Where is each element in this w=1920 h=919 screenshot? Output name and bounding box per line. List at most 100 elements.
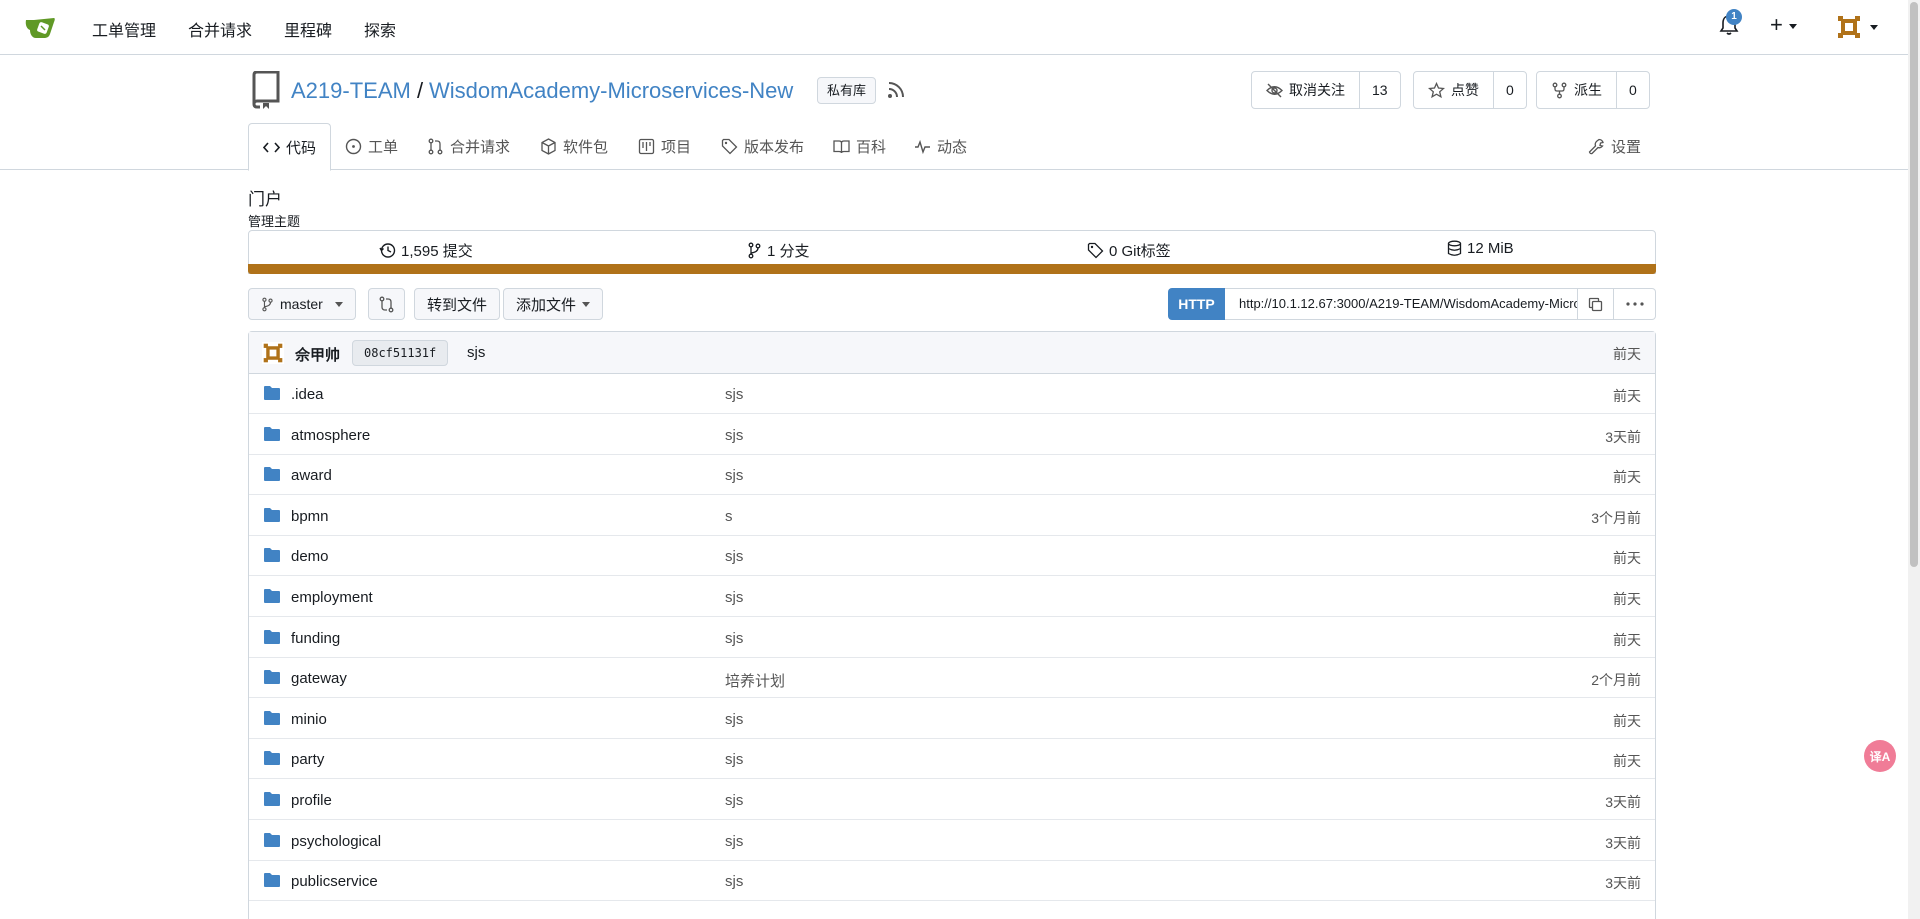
file-name-link[interactable]: funding	[291, 630, 340, 647]
tab-projects[interactable]: 项目	[638, 123, 691, 170]
file-commit-message[interactable]: sjs	[725, 873, 743, 890]
file-commit-message[interactable]: sjs	[725, 548, 743, 565]
language-bar[interactable]	[248, 264, 1656, 274]
user-menu[interactable]	[1836, 14, 1878, 40]
file-name-link[interactable]: party	[291, 751, 324, 768]
commit-author-link[interactable]: 佘甲帅	[295, 344, 340, 365]
file-name-link[interactable]: minio	[291, 711, 327, 728]
clone-url-input[interactable]: http://10.1.12.67:3000/A219-TEAM/WisdomA…	[1225, 288, 1578, 320]
tab-label: 设置	[1611, 139, 1642, 156]
tab-wiki[interactable]: 百科	[833, 123, 886, 170]
file-commit-message[interactable]: sjs	[725, 386, 743, 403]
gitea-logo-icon[interactable]	[24, 12, 58, 42]
add-file-button[interactable]: 添加文件	[503, 288, 604, 320]
chevron-down-icon	[334, 301, 343, 307]
star-icon	[1428, 81, 1445, 98]
file-commit-message[interactable]: sjs	[725, 467, 743, 484]
repo-name-link[interactable]: WisdomAcademy-Microservices-New	[429, 78, 793, 104]
tab-activity[interactable]: 动态	[914, 123, 967, 170]
rss-icon[interactable]	[886, 80, 906, 100]
avatar[interactable]	[262, 342, 284, 364]
nav-pulls[interactable]: 合并请求	[188, 17, 252, 41]
clone-protocol-http[interactable]: HTTP	[1168, 288, 1225, 320]
file-name-link[interactable]: publicservice	[291, 873, 378, 890]
unwatch-button[interactable]: 取消关注	[1252, 72, 1360, 108]
commits-count: 1,595 提交	[401, 243, 473, 260]
tab-settings[interactable]: 设置	[1588, 123, 1641, 170]
file-commit-message[interactable]: 培养计划	[725, 670, 785, 691]
file-commit-time: 前天	[1613, 591, 1641, 607]
tags-count: 0 Git标签	[1109, 243, 1171, 260]
nav-milestones[interactable]: 里程碑	[284, 17, 332, 41]
file-name-link[interactable]: profile	[291, 792, 332, 809]
compare-button[interactable]	[368, 288, 405, 320]
folder-icon	[264, 548, 280, 563]
file-commit-message[interactable]: sjs	[725, 630, 743, 647]
commit-message[interactable]: sjs	[467, 344, 485, 361]
translate-extension-button[interactable]: 译A	[1864, 740, 1896, 772]
star-count[interactable]: 0	[1494, 82, 1526, 98]
file-commit-time: 前天	[1613, 388, 1641, 404]
tag-icon	[1087, 242, 1104, 259]
private-badge: 私有库	[817, 77, 877, 104]
file-commit-message[interactable]: sjs	[725, 792, 743, 809]
tab-label: 百科	[856, 139, 887, 156]
more-options-button[interactable]	[1614, 288, 1656, 320]
branch-selector[interactable]: master	[248, 288, 356, 320]
page-scrollbar[interactable]	[1908, 0, 1920, 919]
tab-label: 项目	[661, 139, 692, 156]
file-commit-message[interactable]: sjs	[725, 833, 743, 850]
file-commit-time: 前天	[1613, 469, 1641, 486]
star-button[interactable]: 点赞	[1414, 72, 1494, 108]
file-commit-message[interactable]: sjs	[725, 711, 743, 728]
nav-issues[interactable]: 工单管理	[92, 17, 156, 41]
file-name-link[interactable]: demo	[291, 548, 329, 565]
folder-icon	[264, 832, 280, 847]
repo-tabs: 代码 工单 合并请求 软件包 项目 版本发布 百科 动态 设置	[0, 123, 1908, 171]
tab-code[interactable]: 代码	[248, 123, 332, 171]
table-row: demo sjs 前天	[249, 536, 1655, 577]
commit-sha-link[interactable]: 08cf51131f	[352, 340, 449, 366]
table-row: employment sjs 前天	[249, 577, 1655, 617]
table-row: atmosphere sjs 3天前	[249, 415, 1655, 455]
star-label: 点赞	[1451, 82, 1479, 98]
fork-button[interactable]: 派生	[1537, 72, 1617, 108]
file-name-link[interactable]: .idea	[291, 386, 324, 403]
file-name-link[interactable]: bpmn	[291, 508, 329, 525]
repo-topic[interactable]: 管理主题	[248, 211, 300, 230]
file-name-link[interactable]: award	[291, 467, 332, 484]
copy-url-button[interactable]	[1578, 288, 1614, 320]
folder-icon	[264, 670, 280, 685]
branches-count: 1 分支	[767, 243, 810, 260]
table-row: psychological sjs 3天前	[249, 821, 1655, 861]
goto-file-button[interactable]: 转到文件	[414, 288, 501, 320]
repo-owner-link[interactable]: A219-TEAM	[291, 78, 411, 104]
commits-stat[interactable]: 1,595 提交	[379, 240, 473, 261]
file-commit-time: 3天前	[1605, 834, 1641, 851]
file-commit-message[interactable]: sjs	[725, 751, 743, 768]
tab-releases[interactable]: 版本发布	[721, 123, 804, 170]
file-commit-message[interactable]: sjs	[725, 427, 743, 444]
table-row: profile sjs 3天前	[249, 780, 1655, 820]
nav-explore[interactable]: 探索	[364, 17, 396, 41]
branches-stat[interactable]: 1 分支	[747, 240, 810, 261]
tab-pulls[interactable]: 合并请求	[427, 123, 510, 170]
tab-packages[interactable]: 软件包	[540, 123, 608, 170]
file-name-link[interactable]: psychological	[291, 833, 381, 850]
tags-stat[interactable]: 0 Git标签	[1087, 240, 1171, 261]
file-commit-message[interactable]: sjs	[725, 589, 743, 606]
create-menu-button[interactable]: +	[1770, 12, 1797, 38]
fork-count[interactable]: 0	[1617, 82, 1649, 98]
chevron-down-icon	[1788, 23, 1797, 29]
tab-label: 软件包	[563, 139, 609, 156]
file-commit-message[interactable]: s	[725, 508, 733, 525]
watch-count[interactable]: 13	[1360, 82, 1400, 98]
scrollbar-thumb[interactable]	[1910, 2, 1918, 567]
issue-icon	[345, 138, 362, 155]
file-name-link[interactable]: gateway	[291, 670, 347, 687]
tag-icon	[721, 138, 738, 155]
file-name-link[interactable]: employment	[291, 589, 373, 606]
file-name-link[interactable]: atmosphere	[291, 427, 370, 444]
tab-label: 代码	[286, 139, 317, 157]
tab-issues[interactable]: 工单	[345, 123, 398, 170]
